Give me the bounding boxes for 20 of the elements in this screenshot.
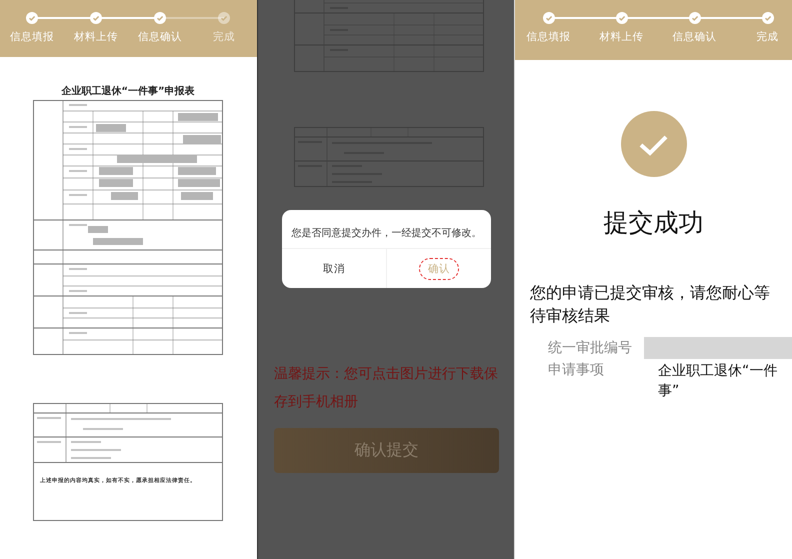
success-title: 提交成功 xyxy=(602,207,704,239)
step-label: 信息填报 xyxy=(526,30,570,44)
field-label: 统一审批编号 xyxy=(548,339,633,358)
form-title: 企业职工退休“一件事”申报表 xyxy=(61,84,195,98)
step-label: 材料上传 xyxy=(600,30,644,44)
dialog-button[interactable]: 确认 xyxy=(386,249,491,288)
dialog-message: 您是否同意提交办件，一经提交不可修改。 xyxy=(290,226,482,241)
step-label: 信息填报 xyxy=(10,30,54,44)
success-check-icon xyxy=(620,111,686,177)
status-message: 您的申请已提交审核，请您耐心等待审核结果 xyxy=(530,282,771,327)
dialog-button[interactable]: 取消 xyxy=(282,249,386,288)
field-label: 申请事项 xyxy=(548,361,605,380)
field-value: 企业职工退休“一件事” xyxy=(657,362,778,401)
step-label: 信息确认 xyxy=(672,30,716,44)
submit-button[interactable]: 确认提交 xyxy=(274,428,499,473)
step-label: 材料上传 xyxy=(74,30,118,44)
tip-text: 温馨提示：您可点击图片进行下载保存到手机相册 xyxy=(274,365,499,412)
step-label: 信息确认 xyxy=(138,30,182,44)
step-label: 完成 xyxy=(213,30,235,44)
step-label: 完成 xyxy=(756,30,778,44)
